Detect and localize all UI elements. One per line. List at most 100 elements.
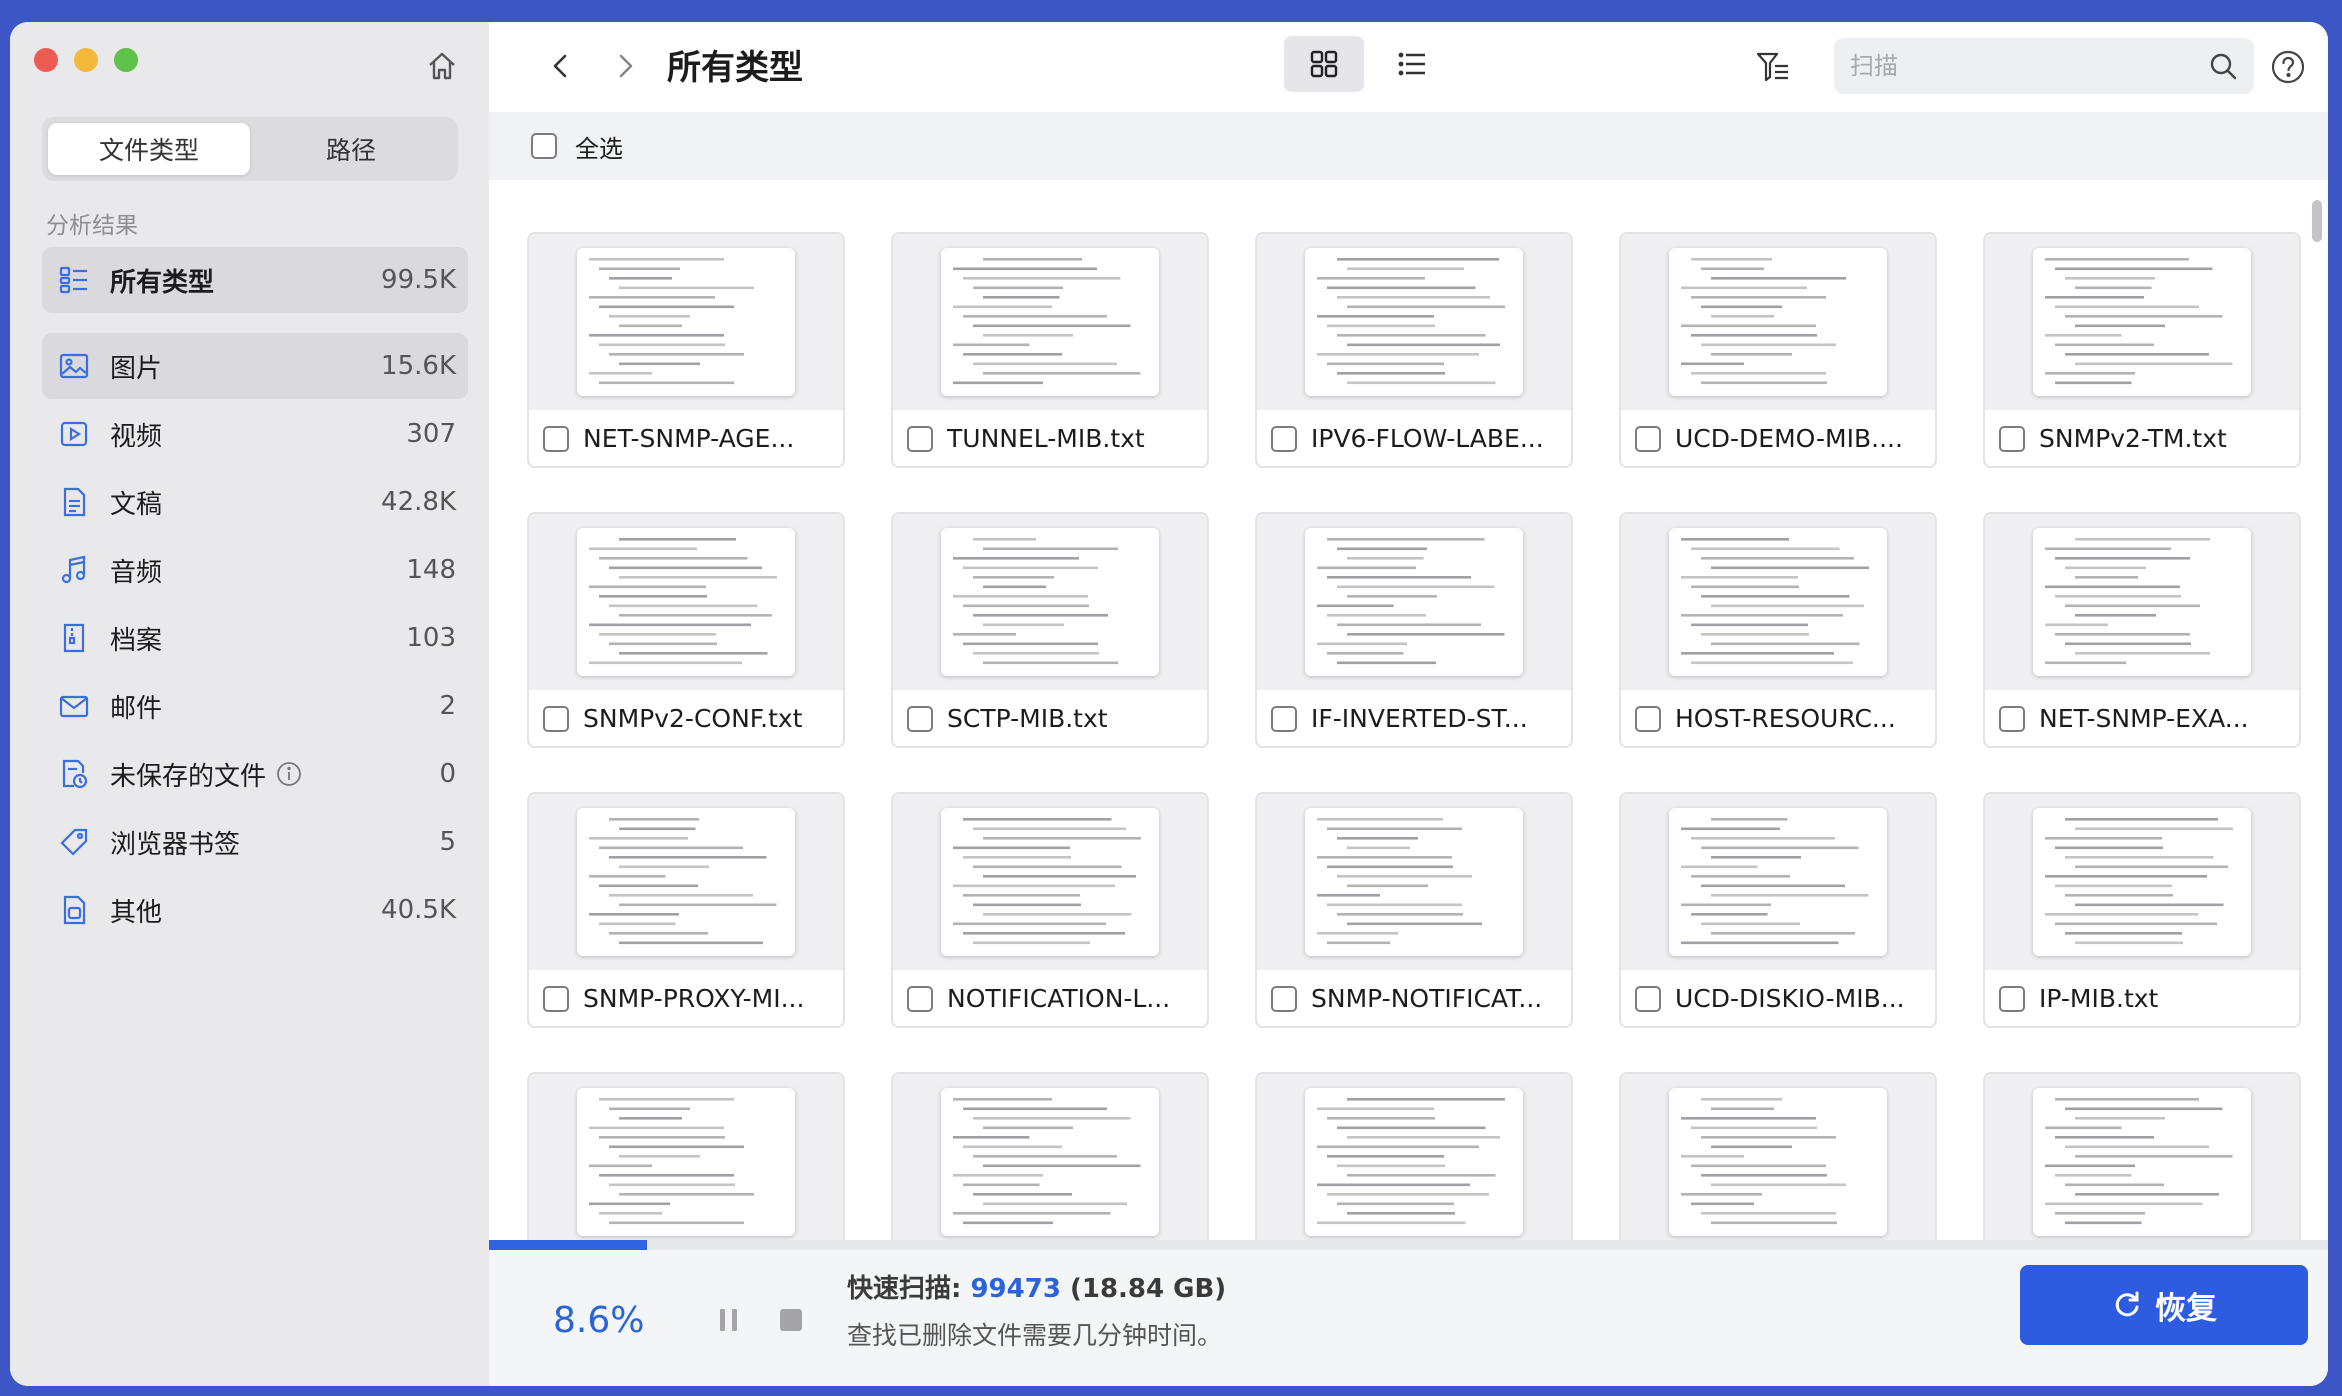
scan-percent: 8.6% [553,1300,645,1341]
file-name: SCTP-MIB.txt [947,704,1108,733]
file-thumbnail [2033,248,2251,396]
sidebar-item-documents[interactable]: 文稿 42.8K [42,469,468,535]
file-name: NET-SNMP-EXA... [2039,704,2249,733]
file-card[interactable]: UCD-DEMO-MIB.... [1619,232,1937,468]
file-name-row: SNMP-PROXY-MI... [543,984,833,1013]
sidebar-item-archives[interactable]: 档案 103 [42,605,468,671]
file-checkbox[interactable] [907,705,933,732]
file-card[interactable]: NET-SNMP-AGE... [527,232,845,468]
file-thumbnail [941,1088,1159,1236]
file-checkbox[interactable] [907,425,933,452]
file-checkbox[interactable] [543,705,569,732]
list-view-icon [1398,52,1425,76]
sidebar-item-other[interactable]: 其他 40.5K [42,877,468,943]
search-field[interactable] [1834,38,2254,94]
file-name-row: SNMP-NOTIFICAT... [1271,984,1561,1013]
bookmark-tag-icon [56,824,92,860]
file-card[interactable]: TUNNEL-MIB.txt [891,232,1209,468]
scan-progress-bar [489,1240,2328,1250]
file-thumbnail [1669,808,1887,956]
file-checkbox[interactable] [1999,985,2025,1012]
scan-summary: 快速扫描: 99473 (18.84 GB) [847,1274,1227,1304]
file-name-row: NET-SNMP-AGE... [543,424,833,453]
help-button[interactable] [2263,42,2313,92]
file-name-row: SCTP-MIB.txt [907,704,1197,733]
file-checkbox[interactable] [1999,425,2025,452]
file-checkbox[interactable] [543,985,569,1012]
file-card[interactable]: SNMP-NOTIFICAT... [1255,792,1573,1028]
home-button[interactable] [420,46,464,86]
forward-button[interactable] [603,44,647,88]
file-checkbox[interactable] [907,985,933,1012]
file-card[interactable]: IP-MIB.txt [1983,792,2301,1028]
sidebar-item-label: 图片 [110,353,163,384]
file-card[interactable]: UCD-DISKIO-MIB... [1619,792,1937,1028]
pause-icon [720,1309,737,1331]
file-card[interactable] [891,1072,1209,1240]
file-card[interactable]: SNMPv2-CONF.txt [527,512,845,748]
file-thumbnail [577,1088,795,1236]
file-card[interactable] [1255,1072,1573,1240]
file-name: IF-INVERTED-ST... [1311,704,1528,733]
sidebar-item-all-types[interactable]: 所有类型 99.5K [42,247,468,313]
music-note-icon [56,552,92,588]
file-checkbox[interactable] [1635,705,1661,732]
file-thumbnail [1669,1088,1887,1236]
file-card[interactable]: NET-SNMP-EXA... [1983,512,2301,748]
file-card[interactable]: SNMPv2-TM.txt [1983,232,2301,468]
sidebar-view-switch: 文件类型 路径 [42,117,458,181]
select-all-label: 全选 [575,134,623,163]
file-card[interactable] [1983,1072,2301,1240]
minimize-window-button[interactable] [74,48,98,72]
sidebar-item-count: 40.5K [381,895,456,925]
file-card[interactable]: SNMP-PROXY-MI... [527,792,845,1028]
file-checkbox[interactable] [1635,425,1661,452]
grid-view-button[interactable] [1284,36,1364,92]
back-button[interactable] [539,44,583,88]
sidebar-item-audio[interactable]: 音频 148 [42,537,468,603]
sidebar-item-images[interactable]: 图片 15.6K [42,333,468,399]
sidebar-item-mail[interactable]: 邮件 2 [42,673,468,739]
file-card[interactable]: SCTP-MIB.txt [891,512,1209,748]
info-icon[interactable] [276,761,302,787]
file-card[interactable] [527,1072,845,1240]
file-checkbox[interactable] [1999,705,2025,732]
file-checkbox[interactable] [543,425,569,452]
file-name: NET-SNMP-AGE... [583,424,795,453]
file-checkbox[interactable] [1271,985,1297,1012]
file-card[interactable]: NOTIFICATION-L... [891,792,1209,1028]
sidebar-item-count: 15.6K [381,351,456,381]
file-checkbox[interactable] [1271,705,1297,732]
file-checkbox[interactable] [1271,425,1297,452]
sidebar-item-unsaved-files[interactable]: 未保存的文件 0 [42,741,468,807]
tab-path[interactable]: 路径 [250,123,452,175]
stop-button[interactable] [771,1300,811,1340]
search-icon[interactable] [2208,51,2238,81]
file-name: TUNNEL-MIB.txt [947,424,1145,453]
file-thumbnail [1305,808,1523,956]
app-window: 文件类型 路径 分析结果 所有类型 99.5K 图片 15.6K 视频 307 … [10,22,2328,1386]
list-view-button[interactable] [1372,36,1452,92]
sidebar-item-videos[interactable]: 视频 307 [42,401,468,467]
sidebar-item-label: 文稿 [110,489,163,520]
select-all-checkbox[interactable] [531,133,557,159]
zoom-window-button[interactable] [114,48,138,72]
scan-hint: 查找已删除文件需要几分钟时间。 [847,1321,1223,1350]
file-card[interactable]: IPV6-FLOW-LABE... [1255,232,1573,468]
filter-button[interactable] [1748,42,1798,92]
vertical-scrollbar[interactable] [2312,200,2322,242]
file-card[interactable]: IF-INVERTED-ST... [1255,512,1573,748]
file-thumbnail [577,528,795,676]
file-card[interactable]: HOST-RESOURC... [1619,512,1937,748]
search-input[interactable] [1850,52,2208,80]
file-checkbox[interactable] [1635,985,1661,1012]
recover-button[interactable]: 恢复 [2020,1265,2308,1345]
sidebar-item-count: 307 [406,419,456,449]
pause-button[interactable] [709,1300,749,1340]
page-title: 所有类型 [667,48,803,88]
sidebar-item-browser-bookmarks[interactable]: 浏览器书签 5 [42,809,468,875]
video-icon [56,416,92,452]
file-card[interactable] [1619,1072,1937,1240]
tab-file-type[interactable]: 文件类型 [48,123,250,175]
close-window-button[interactable] [34,48,58,72]
